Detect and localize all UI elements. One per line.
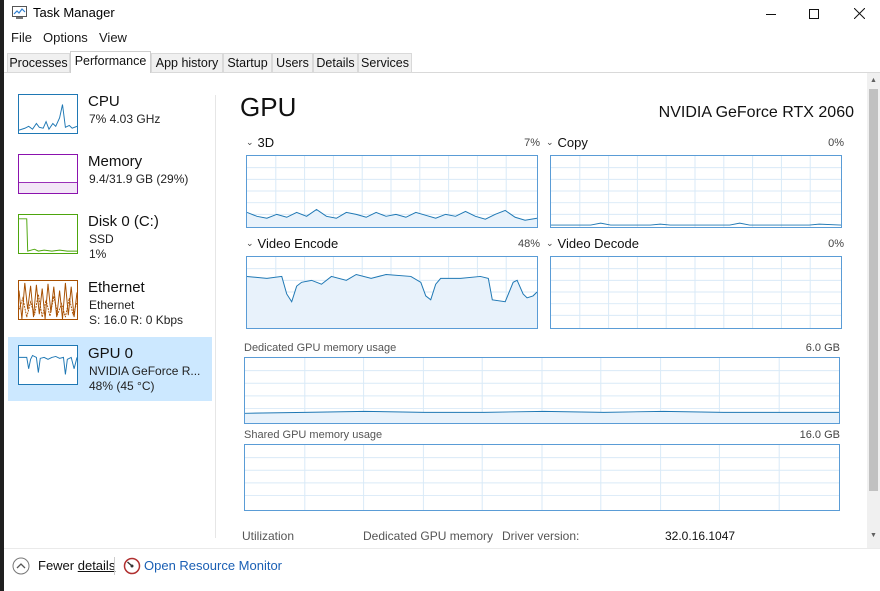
maximize-icon bbox=[809, 8, 819, 19]
scroll-up-icon[interactable]: ▲ bbox=[867, 73, 880, 87]
memory-thumbnail-graph bbox=[18, 154, 78, 194]
tab-users[interactable]: Users bbox=[272, 53, 313, 72]
sidebar-item-detail-2: 48% (45 °C) bbox=[89, 379, 155, 393]
dedicated-memory-stat-label: Dedicated GPU memory bbox=[363, 529, 494, 543]
disk-thumbnail-graph bbox=[18, 214, 78, 254]
driver-version-value: 32.0.16.1047 bbox=[665, 529, 736, 543]
ethernet-thumbnail-graph bbox=[18, 280, 78, 320]
engine-value: 48% bbox=[517, 238, 540, 250]
sidebar-item-memory[interactable]: Memory 9.4/31.9 GB (29%) bbox=[8, 147, 212, 211]
engine-value: 7% bbox=[524, 137, 540, 149]
menu-options[interactable]: Options bbox=[43, 30, 88, 45]
engine-label: 3D bbox=[257, 135, 275, 150]
engine-selector-3d[interactable]: ⌄ 3D bbox=[246, 135, 274, 150]
chevron-down-icon: ⌄ bbox=[546, 137, 554, 147]
footer-separator bbox=[114, 557, 115, 575]
resource-monitor-icon[interactable] bbox=[123, 557, 141, 575]
window-title: Task Manager bbox=[33, 5, 115, 20]
engine-label: Video Decode bbox=[557, 236, 639, 251]
engine-selector-video-decode[interactable]: ⌄ Video Decode bbox=[546, 236, 639, 251]
minimize-button[interactable] bbox=[748, 0, 794, 27]
menu-view[interactable]: View bbox=[99, 30, 127, 45]
sidebar-item-detail: Ethernet bbox=[89, 298, 135, 312]
sidebar-item-ethernet[interactable]: Ethernet Ethernet S: 16.0 R: 0 Kbps bbox=[8, 273, 212, 337]
task-manager-app-icon bbox=[12, 6, 27, 19]
engine-graph-video-decode bbox=[550, 256, 842, 329]
dedicated-memory-max: 6.0 GB bbox=[805, 342, 840, 354]
sidebar-item-detail: 9.4/31.9 GB (29%) bbox=[89, 172, 189, 186]
engine-selector-video-encode[interactable]: ⌄ Video Encode bbox=[246, 236, 338, 251]
engine-value: 0% bbox=[828, 137, 844, 149]
sidebar-item-gpu0[interactable]: GPU 0 NVIDIA GeForce R... 48% (45 °C) bbox=[8, 337, 212, 401]
engine-graph-copy bbox=[550, 155, 842, 228]
sidebar-item-detail: SSD bbox=[89, 232, 114, 246]
gpu-detail-panel: GPU NVIDIA GeForce RTX 2060 ⌄ 3D 7% ⌄ Copy… bbox=[216, 73, 866, 548]
chevron-down-icon: ⌄ bbox=[546, 238, 554, 248]
tab-details[interactable]: Details bbox=[313, 53, 358, 72]
maximize-button[interactable] bbox=[791, 0, 837, 27]
cpu-thumbnail-graph bbox=[18, 94, 78, 134]
sidebar-item-title: GPU 0 bbox=[88, 345, 134, 362]
fewer-details-link[interactable]: Fewer details bbox=[38, 558, 115, 573]
vertical-scrollbar[interactable]: ▲ ▼ bbox=[867, 73, 880, 548]
gpu-thumbnail-graph bbox=[18, 345, 78, 385]
performance-sidebar: CPU 7% 4.03 GHz Memory 9.4/31.9 GB (29%)… bbox=[4, 73, 216, 548]
engine-selector-copy[interactable]: ⌄ Copy bbox=[546, 135, 588, 150]
sidebar-item-detail-2: S: 16.0 R: 0 Kbps bbox=[89, 313, 184, 327]
menu-file[interactable]: File bbox=[11, 30, 32, 45]
title-bar[interactable]: Task Manager bbox=[4, 0, 880, 27]
tab-startup[interactable]: Startup bbox=[223, 53, 272, 72]
shared-memory-graph bbox=[244, 444, 840, 511]
minimize-icon bbox=[766, 13, 776, 15]
sidebar-item-title: Disk 0 (C:) bbox=[88, 213, 159, 230]
utilization-label: Utilization bbox=[242, 529, 295, 543]
dedicated-memory-label: Dedicated GPU memory usage bbox=[244, 342, 397, 354]
footer-bar: Fewer details Open Resource Monitor bbox=[4, 548, 880, 591]
close-button[interactable] bbox=[836, 0, 880, 27]
engine-graph-3d bbox=[246, 155, 538, 228]
open-resource-monitor-link[interactable]: Open Resource Monitor bbox=[144, 558, 282, 573]
dedicated-memory-graph bbox=[244, 357, 840, 424]
shared-memory-max: 16.0 GB bbox=[799, 429, 840, 441]
scroll-down-icon[interactable]: ▼ bbox=[867, 528, 880, 542]
tab-services[interactable]: Services bbox=[358, 53, 412, 72]
sidebar-item-detail-2: 1% bbox=[89, 247, 107, 261]
tab-processes[interactable]: Processes bbox=[7, 53, 70, 72]
close-icon bbox=[853, 8, 865, 19]
tab-performance[interactable]: Performance bbox=[70, 51, 151, 73]
sidebar-item-detail: NVIDIA GeForce R... bbox=[89, 364, 201, 378]
task-manager-window: Task Manager File Options View Processes… bbox=[4, 0, 880, 591]
scrollbar-thumb[interactable] bbox=[869, 89, 878, 491]
gpu-model-name: NVIDIA GeForce RTX 2060 bbox=[658, 104, 854, 121]
sidebar-item-detail: 7% 4.03 GHz bbox=[89, 112, 161, 126]
engine-value: 0% bbox=[828, 238, 844, 250]
page-title: GPU bbox=[240, 92, 297, 122]
sidebar-item-title: Memory bbox=[88, 153, 143, 170]
tab-app-history[interactable]: App history bbox=[151, 53, 223, 72]
chevron-down-icon: ⌄ bbox=[246, 238, 254, 248]
engine-graph-video-encode bbox=[246, 256, 538, 329]
sidebar-item-title: CPU bbox=[88, 93, 120, 110]
sidebar-item-disk[interactable]: Disk 0 (C:) SSD 1% bbox=[8, 207, 212, 271]
sidebar-item-cpu[interactable]: CPU 7% 4.03 GHz bbox=[8, 87, 212, 151]
chevron-up-circle-icon[interactable] bbox=[12, 557, 30, 575]
sidebar-item-title: Ethernet bbox=[88, 279, 145, 296]
fewer-details-prefix: Fewer bbox=[38, 558, 78, 573]
tab-strip: Processes Performance App history Startu… bbox=[4, 51, 880, 73]
engine-label: Video Encode bbox=[257, 236, 339, 251]
engine-label: Copy bbox=[557, 135, 588, 150]
driver-version-label: Driver version: bbox=[502, 529, 580, 543]
chevron-down-icon: ⌄ bbox=[246, 137, 254, 147]
fewer-details-underlined: details bbox=[77, 558, 116, 573]
shared-memory-label: Shared GPU memory usage bbox=[244, 429, 383, 441]
